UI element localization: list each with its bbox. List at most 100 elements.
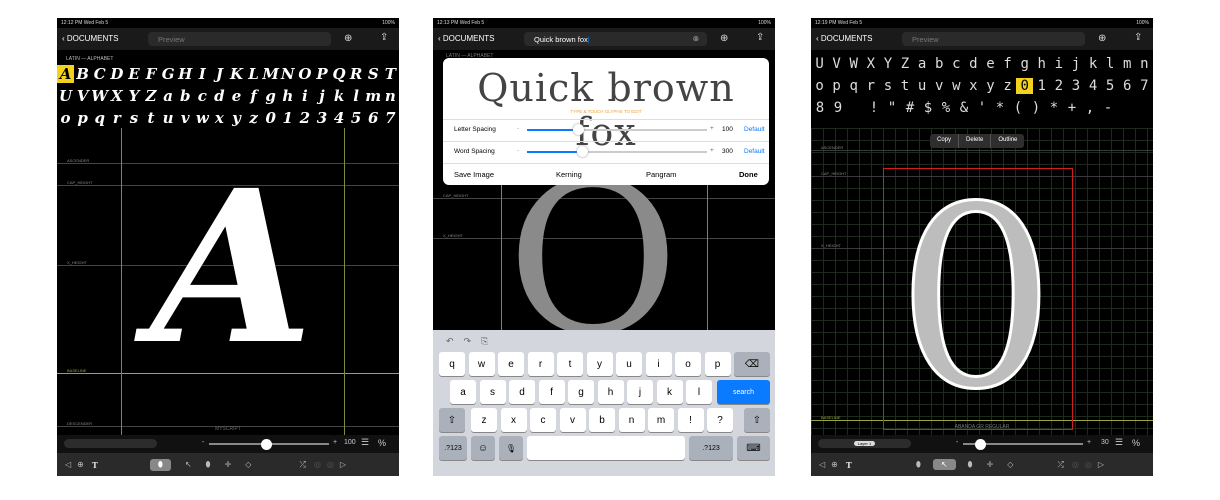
glyph-cell[interactable]: 2 — [1050, 78, 1067, 94]
glyph-cell[interactable]: 6 — [365, 109, 382, 127]
glyph-cell[interactable]: $ — [919, 100, 937, 116]
glyph-cell[interactable]: l — [1102, 56, 1119, 72]
editor-canvas[interactable]: ASCENDER CAP_HEIGHT X_HEIGHT BASELINE 0 … — [811, 128, 1153, 436]
key-d[interactable]: d — [509, 380, 535, 404]
key-i[interactable]: i — [645, 352, 672, 376]
glyph-cell[interactable]: * — [1045, 100, 1063, 116]
layer-pill[interactable]: Layer 1 — [818, 439, 911, 448]
share-icon[interactable]: ⇪ — [380, 32, 388, 43]
shuffle-icon[interactable]: ⤮ — [1057, 460, 1063, 470]
kerning-button[interactable]: Kerning — [556, 170, 582, 179]
letter-spacing-plus[interactable]: + — [710, 125, 714, 132]
preview-text-input[interactable]: Quick brown fox| ⊗ — [524, 32, 707, 46]
preview-field[interactable]: Preview — [902, 32, 1085, 46]
key-x[interactable]: x — [500, 408, 527, 432]
word-spacing-knob[interactable] — [577, 146, 588, 157]
glyph-cell[interactable]: D — [108, 65, 125, 83]
glyph-cell[interactable]: 1 — [1033, 78, 1050, 94]
share-icon[interactable]: ⇪ — [1134, 32, 1142, 43]
glyph-cell[interactable]: W — [845, 56, 862, 72]
save-image-button[interactable]: Save Image — [454, 170, 494, 179]
glyph-cell[interactable]: b — [931, 56, 948, 72]
glyph-cell[interactable]: e — [982, 56, 999, 72]
glyph-cell[interactable]: a — [160, 87, 177, 105]
undo-icon[interactable]: ◎ — [1072, 460, 1079, 469]
outline-menu-item[interactable]: Outline — [991, 134, 1024, 148]
glyph-cell[interactable]: a — [914, 56, 931, 72]
globe-icon[interactable]: ⊕ — [720, 33, 728, 44]
glyph-cell[interactable]: ) — [1027, 100, 1045, 116]
zoom-icon[interactable]: ⊕ — [831, 460, 838, 469]
glyph-cell[interactable]: ' — [973, 100, 991, 116]
glyph-cell[interactable]: o — [811, 78, 828, 94]
menu-icon[interactable]: ☰ — [361, 437, 369, 448]
key-q[interactable]: q — [439, 352, 465, 376]
redo-icon[interactable]: ◎ — [327, 460, 334, 469]
glyph-cell[interactable]: 5 — [348, 109, 365, 127]
text-tool-icon[interactable]: T — [92, 460, 98, 470]
glyph-cell[interactable] — [847, 100, 865, 116]
done-button[interactable]: Done — [739, 170, 758, 179]
glyph-cell[interactable]: f — [999, 56, 1016, 72]
glyph-cell[interactable] — [1135, 100, 1153, 116]
word-spacing-default[interactable]: Default — [744, 148, 765, 155]
key-p[interactable]: p — [704, 352, 731, 376]
glyph-cell[interactable]: 5 — [1102, 78, 1119, 94]
glyph-cell[interactable]: 6 — [1119, 78, 1136, 94]
back-button[interactable]: ‹ DOCUMENTS — [438, 34, 494, 43]
glyph-cell[interactable]: v — [177, 109, 194, 127]
key-exclaim[interactable]: ! — [677, 408, 704, 432]
glyph-cell[interactable]: E — [125, 65, 142, 83]
back-button[interactable]: ‹ DOCUMENTS — [62, 34, 118, 43]
redo-key-icon[interactable]: ↷ — [464, 336, 472, 347]
glyph-cell[interactable]: & — [955, 100, 973, 116]
next-icon[interactable]: ▷ — [1098, 460, 1104, 469]
glyph-cell[interactable]: z — [999, 78, 1016, 94]
space-key[interactable]: search — [527, 436, 685, 460]
layer-pill[interactable] — [64, 439, 157, 448]
glyph-cell[interactable]: W — [91, 87, 108, 105]
glyph-cell[interactable]: 7 — [1136, 78, 1153, 94]
glyph-cell[interactable]: v — [931, 78, 948, 94]
glyph-cell[interactable]: B — [74, 65, 91, 83]
numbers-key-left[interactable]: .?123 — [439, 436, 467, 460]
glyph-cell[interactable]: 3 — [313, 109, 330, 127]
glyph-cell[interactable]: y — [982, 78, 999, 94]
glyph-cell[interactable]: h — [279, 87, 296, 105]
glyph-cell[interactable]: 8 — [811, 100, 829, 116]
glyph-cell[interactable]: % — [937, 100, 955, 116]
back-button[interactable]: ‹ DOCUMENTS — [816, 34, 872, 43]
glyph-cell[interactable]: f — [245, 87, 262, 105]
glyph-cell[interactable]: d — [965, 56, 982, 72]
glyph-cell[interactable]: k — [1085, 56, 1102, 72]
glyph-cell[interactable]: N — [279, 65, 296, 83]
glyph-cell[interactable]: 4 — [331, 109, 348, 127]
glyph-cell[interactable]: i — [1050, 56, 1067, 72]
emoji-key[interactable]: ☺ — [471, 436, 495, 460]
glyph-cell[interactable]: T — [382, 65, 399, 83]
glyph-cell[interactable]: w — [948, 78, 965, 94]
delete-menu-item[interactable]: Delete — [959, 134, 992, 148]
glyph-cell[interactable]: i — [296, 87, 313, 105]
glyph-cell[interactable]: s — [125, 109, 142, 127]
glyph-cell[interactable]: x — [965, 78, 982, 94]
zoom-plus[interactable]: + — [333, 439, 337, 446]
pangram-button[interactable]: Pangram — [646, 170, 676, 179]
glyph-cell[interactable] — [1117, 100, 1135, 116]
glyph-cell[interactable]: O — [296, 65, 313, 83]
share-icon[interactable]: ⇪ — [756, 32, 764, 43]
key-t[interactable]: t — [557, 352, 583, 376]
key-k[interactable]: k — [656, 380, 683, 404]
glyph-cell[interactable]: u — [914, 78, 931, 94]
glyph-cell[interactable]: b — [177, 87, 194, 105]
layers-icon[interactable]: ◇ — [1007, 460, 1013, 469]
key-e[interactable]: e — [498, 352, 524, 376]
glyph-cell[interactable]: 0 — [1016, 78, 1034, 94]
glyph-preview[interactable]: 0 — [881, 162, 1071, 435]
glyph-cell[interactable]: p — [828, 78, 845, 94]
glyph-cell[interactable]: k — [331, 87, 348, 105]
glyph-cell[interactable]: K — [228, 65, 245, 83]
select-tool-icon[interactable]: ↖ — [185, 460, 192, 469]
glyph-cell[interactable]: P — [313, 65, 330, 83]
preview-field[interactable]: Preview — [148, 32, 331, 46]
